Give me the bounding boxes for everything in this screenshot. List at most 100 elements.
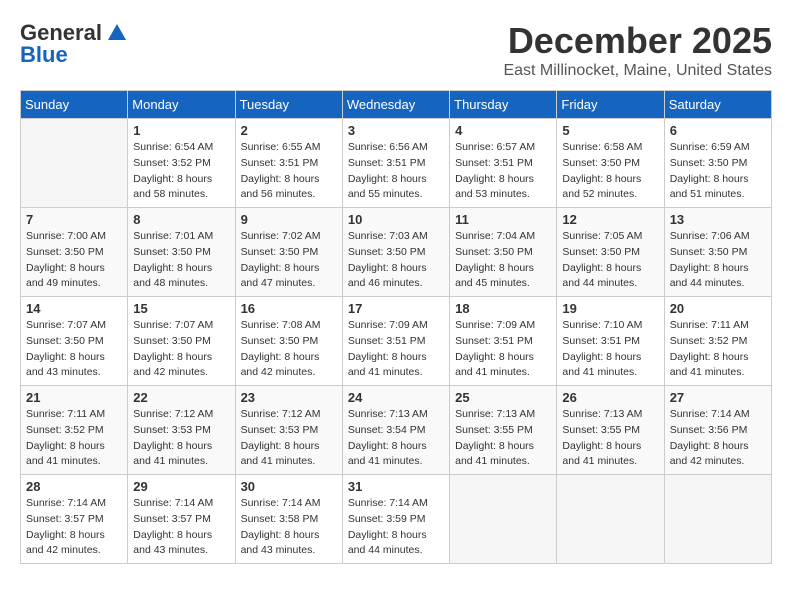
calendar-cell: 7 Sunrise: 7:00 AMSunset: 3:50 PMDaylight… xyxy=(21,208,128,297)
day-info: Sunrise: 7:07 AMSunset: 3:50 PMDaylight:… xyxy=(26,318,122,381)
calendar-week-row: 7 Sunrise: 7:00 AMSunset: 3:50 PMDaylight… xyxy=(21,208,772,297)
day-info: Sunrise: 7:11 AMSunset: 3:52 PMDaylight:… xyxy=(670,318,766,381)
day-info: Sunrise: 7:04 AMSunset: 3:50 PMDaylight:… xyxy=(455,229,551,292)
calendar-week-row: 28 Sunrise: 7:14 AMSunset: 3:57 PMDayligh… xyxy=(21,475,772,564)
calendar-cell: 18Sunrise: 7:09 AMSunset: 3:51 PMDayligh… xyxy=(450,297,557,386)
day-info: Sunrise: 7:02 AMSunset: 3:50 PMDaylight:… xyxy=(241,229,337,292)
day-number: 29 xyxy=(133,479,229,494)
day-info: Sunrise: 7:03 AMSunset: 3:50 PMDaylight:… xyxy=(348,229,444,292)
calendar-cell: 17Sunrise: 7:09 AMSunset: 3:51 PMDayligh… xyxy=(342,297,449,386)
calendar-week-row: 1Sunrise: 6:54 AMSunset: 3:52 PMDaylight… xyxy=(21,119,772,208)
day-info: Sunrise: 7:08 AMSunset: 3:50 PMDaylight:… xyxy=(241,318,337,381)
calendar-cell: 11 Sunrise: 7:04 AMSunset: 3:50 PMDayligh… xyxy=(450,208,557,297)
day-info: Sunrise: 7:13 AMSunset: 3:54 PMDaylight:… xyxy=(348,407,444,470)
day-number: 12 xyxy=(562,212,658,227)
calendar-week-row: 14 Sunrise: 7:07 AMSunset: 3:50 PMDayligh… xyxy=(21,297,772,386)
day-number: 2 xyxy=(241,123,337,138)
calendar-week-row: 21Sunrise: 7:11 AMSunset: 3:52 PMDayligh… xyxy=(21,386,772,475)
calendar-cell xyxy=(450,475,557,564)
day-info: Sunrise: 6:54 AMSunset: 3:52 PMDaylight:… xyxy=(133,140,229,203)
day-number: 10 xyxy=(348,212,444,227)
weekday-header: Friday xyxy=(557,91,664,119)
calendar-cell: 13 Sunrise: 7:06 AMSunset: 3:50 PMDayligh… xyxy=(664,208,771,297)
day-number: 14 xyxy=(26,301,122,316)
calendar-table: SundayMondayTuesdayWednesdayThursdayFrid… xyxy=(20,90,772,564)
day-number: 23 xyxy=(241,390,337,405)
month-title: December 2025 xyxy=(503,20,772,62)
day-number: 6 xyxy=(670,123,766,138)
calendar-cell: 15 Sunrise: 7:07 AMSunset: 3:50 PMDayligh… xyxy=(128,297,235,386)
calendar-cell xyxy=(21,119,128,208)
calendar-cell: 6Sunrise: 6:59 AMSunset: 3:50 PMDaylight… xyxy=(664,119,771,208)
page-header: General Blue December 2025 East Millinoc… xyxy=(20,20,772,80)
day-info: Sunrise: 7:01 AMSunset: 3:50 PMDaylight:… xyxy=(133,229,229,292)
weekday-header: Monday xyxy=(128,91,235,119)
day-info: Sunrise: 7:14 AMSunset: 3:56 PMDaylight:… xyxy=(670,407,766,470)
day-info: Sunrise: 7:14 AMSunset: 3:58 PMDaylight:… xyxy=(241,496,337,559)
day-info: Sunrise: 7:12 AMSunset: 3:53 PMDaylight:… xyxy=(133,407,229,470)
calendar-cell xyxy=(557,475,664,564)
day-number: 26 xyxy=(562,390,658,405)
day-info: Sunrise: 6:56 AMSunset: 3:51 PMDaylight:… xyxy=(348,140,444,203)
logo-blue: Blue xyxy=(20,42,68,68)
day-number: 13 xyxy=(670,212,766,227)
day-number: 24 xyxy=(348,390,444,405)
day-info: Sunrise: 7:10 AMSunset: 3:51 PMDaylight:… xyxy=(562,318,658,381)
calendar-cell: 29 Sunrise: 7:14 AMSunset: 3:57 PMDayligh… xyxy=(128,475,235,564)
day-number: 27 xyxy=(670,390,766,405)
day-info: Sunrise: 7:14 AMSunset: 3:57 PMDaylight:… xyxy=(133,496,229,559)
day-number: 28 xyxy=(26,479,122,494)
day-number: 31 xyxy=(348,479,444,494)
calendar-cell: 26 Sunrise: 7:13 AMSunset: 3:55 PMDayligh… xyxy=(557,386,664,475)
day-number: 4 xyxy=(455,123,551,138)
weekday-header: Saturday xyxy=(664,91,771,119)
calendar-cell: 25 Sunrise: 7:13 AMSunset: 3:55 PMDayligh… xyxy=(450,386,557,475)
day-info: Sunrise: 7:13 AMSunset: 3:55 PMDaylight:… xyxy=(562,407,658,470)
calendar-cell: 5 Sunrise: 6:58 AMSunset: 3:50 PMDaylight… xyxy=(557,119,664,208)
weekday-header: Sunday xyxy=(21,91,128,119)
day-info: Sunrise: 7:06 AMSunset: 3:50 PMDaylight:… xyxy=(670,229,766,292)
calendar-cell: 1Sunrise: 6:54 AMSunset: 3:52 PMDaylight… xyxy=(128,119,235,208)
calendar-cell: 28 Sunrise: 7:14 AMSunset: 3:57 PMDayligh… xyxy=(21,475,128,564)
day-number: 11 xyxy=(455,212,551,227)
calendar-cell: 23 Sunrise: 7:12 AMSunset: 3:53 PMDayligh… xyxy=(235,386,342,475)
day-number: 19 xyxy=(562,301,658,316)
day-number: 16 xyxy=(241,301,337,316)
day-info: Sunrise: 7:12 AMSunset: 3:53 PMDaylight:… xyxy=(241,407,337,470)
day-info: Sunrise: 6:57 AMSunset: 3:51 PMDaylight:… xyxy=(455,140,551,203)
weekday-header: Wednesday xyxy=(342,91,449,119)
calendar-cell: 8 Sunrise: 7:01 AMSunset: 3:50 PMDaylight… xyxy=(128,208,235,297)
day-number: 7 xyxy=(26,212,122,227)
day-number: 8 xyxy=(133,212,229,227)
weekday-header: Thursday xyxy=(450,91,557,119)
day-info: Sunrise: 6:55 AMSunset: 3:51 PMDaylight:… xyxy=(241,140,337,203)
day-info: Sunrise: 7:13 AMSunset: 3:55 PMDaylight:… xyxy=(455,407,551,470)
day-number: 18 xyxy=(455,301,551,316)
day-info: Sunrise: 7:14 AMSunset: 3:57 PMDaylight:… xyxy=(26,496,122,559)
calendar-cell: 27 Sunrise: 7:14 AMSunset: 3:56 PMDayligh… xyxy=(664,386,771,475)
calendar-cell: 30Sunrise: 7:14 AMSunset: 3:58 PMDayligh… xyxy=(235,475,342,564)
day-info: Sunrise: 7:14 AMSunset: 3:59 PMDaylight:… xyxy=(348,496,444,559)
day-info: Sunrise: 7:05 AMSunset: 3:50 PMDaylight:… xyxy=(562,229,658,292)
day-info: Sunrise: 7:00 AMSunset: 3:50 PMDaylight:… xyxy=(26,229,122,292)
calendar-cell: 3Sunrise: 6:56 AMSunset: 3:51 PMDaylight… xyxy=(342,119,449,208)
calendar-header-row: SundayMondayTuesdayWednesdayThursdayFrid… xyxy=(21,91,772,119)
day-number: 15 xyxy=(133,301,229,316)
calendar-cell: 22 Sunrise: 7:12 AMSunset: 3:53 PMDayligh… xyxy=(128,386,235,475)
day-number: 21 xyxy=(26,390,122,405)
day-info: Sunrise: 6:58 AMSunset: 3:50 PMDaylight:… xyxy=(562,140,658,203)
calendar-cell: 10 Sunrise: 7:03 AMSunset: 3:50 PMDayligh… xyxy=(342,208,449,297)
calendar-cell: 12 Sunrise: 7:05 AMSunset: 3:50 PMDayligh… xyxy=(557,208,664,297)
day-number: 22 xyxy=(133,390,229,405)
day-number: 5 xyxy=(562,123,658,138)
calendar-cell: 24 Sunrise: 7:13 AMSunset: 3:54 PMDayligh… xyxy=(342,386,449,475)
day-info: Sunrise: 7:07 AMSunset: 3:50 PMDaylight:… xyxy=(133,318,229,381)
weekday-header: Tuesday xyxy=(235,91,342,119)
logo: General Blue xyxy=(20,20,128,68)
calendar-cell: 16 Sunrise: 7:08 AMSunset: 3:50 PMDayligh… xyxy=(235,297,342,386)
day-number: 25 xyxy=(455,390,551,405)
calendar-cell: 14 Sunrise: 7:07 AMSunset: 3:50 PMDayligh… xyxy=(21,297,128,386)
day-number: 20 xyxy=(670,301,766,316)
calendar-cell: 31 Sunrise: 7:14 AMSunset: 3:59 PMDayligh… xyxy=(342,475,449,564)
calendar-cell: 21Sunrise: 7:11 AMSunset: 3:52 PMDayligh… xyxy=(21,386,128,475)
